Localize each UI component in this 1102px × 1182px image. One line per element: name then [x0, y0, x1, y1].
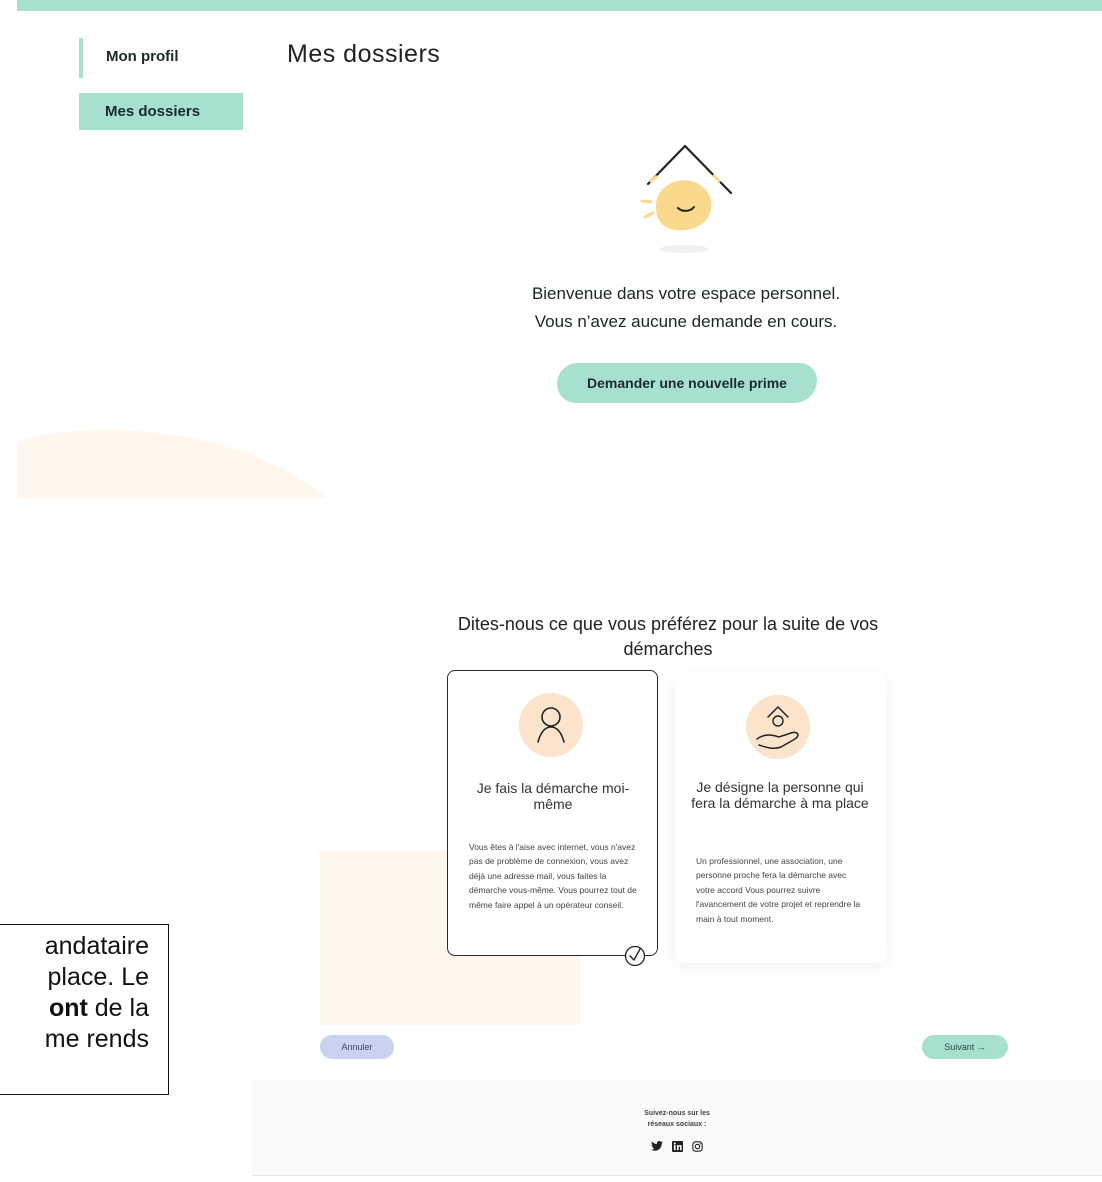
overlay-line: me rends: [44, 1025, 149, 1053]
sidebar-item-label: Mon profil: [106, 48, 179, 65]
preference-title: Dites-nous ce que vous préférez pour la …: [457, 614, 879, 659]
no-request-message: Vous n’avez aucune demande en cours.: [534, 312, 838, 331]
social-caption-line: Suivez-nous sur les: [644, 1110, 710, 1117]
option-card-title: Je fais la démarche moi-même: [476, 780, 630, 812]
overlay-line: andataire: [44, 932, 149, 960]
social-caption: Suivez-nous sur les réseaux sociaux :: [252, 1108, 1102, 1130]
option-card-description: Vous êtes à l'aise avec internet, vous n…: [469, 842, 637, 910]
social-links: [647, 1140, 707, 1152]
overlay-line: place. Le: [47, 963, 149, 991]
overlay-text-box: andataire place. Le ont de la me rends: [0, 924, 169, 1095]
cancel-button[interactable]: Annuler: [320, 1035, 394, 1059]
option-card-self[interactable]: Je fais la démarche moi-même Vous êtes à…: [447, 670, 658, 956]
overlay-line: ont de la: [0, 993, 149, 1024]
sidebar-item-mon-profil[interactable]: Mon profil: [79, 38, 241, 78]
social-caption-line: réseaux sociaux :: [647, 1121, 707, 1128]
sidebar-item-mes-dossiers[interactable]: Mes dossiers: [79, 93, 243, 130]
overlay-text: andataire place. Le ont de la me rends: [0, 931, 149, 1055]
person-icon: [519, 693, 583, 757]
next-button[interactable]: Suivant →: [922, 1035, 1008, 1059]
sidebar-item-label: Mes dossiers: [105, 103, 201, 120]
top-accent-bar: [17, 0, 1102, 11]
linkedin-icon[interactable]: [672, 1140, 683, 1152]
instagram-icon[interactable]: [692, 1140, 703, 1152]
decorative-arc: [17, 429, 327, 498]
new-request-button[interactable]: Demander une nouvelle prime: [557, 363, 817, 403]
page-title: Mes dossiers: [287, 40, 441, 68]
welcome-message: Bienvenue dans votre espace personnel.: [531, 284, 841, 303]
twitter-icon[interactable]: [650, 1141, 663, 1151]
footer: Suivez-nous sur les réseaux sociaux :: [252, 1080, 1102, 1176]
overlay-bold-text: ont: [48, 994, 88, 1022]
overlay-rest-text: de la: [87, 994, 149, 1022]
check-circle-icon: [624, 945, 646, 967]
option-card-description: Un professionnel, une association, une p…: [696, 856, 861, 924]
sun-house-illustration: [640, 144, 733, 253]
option-card-title: Je désigne la personne qui fera la démar…: [691, 779, 869, 811]
option-card-delegate[interactable]: Je désigne la personne qui fera la démar…: [675, 673, 886, 963]
hand-house-icon: [746, 695, 810, 759]
